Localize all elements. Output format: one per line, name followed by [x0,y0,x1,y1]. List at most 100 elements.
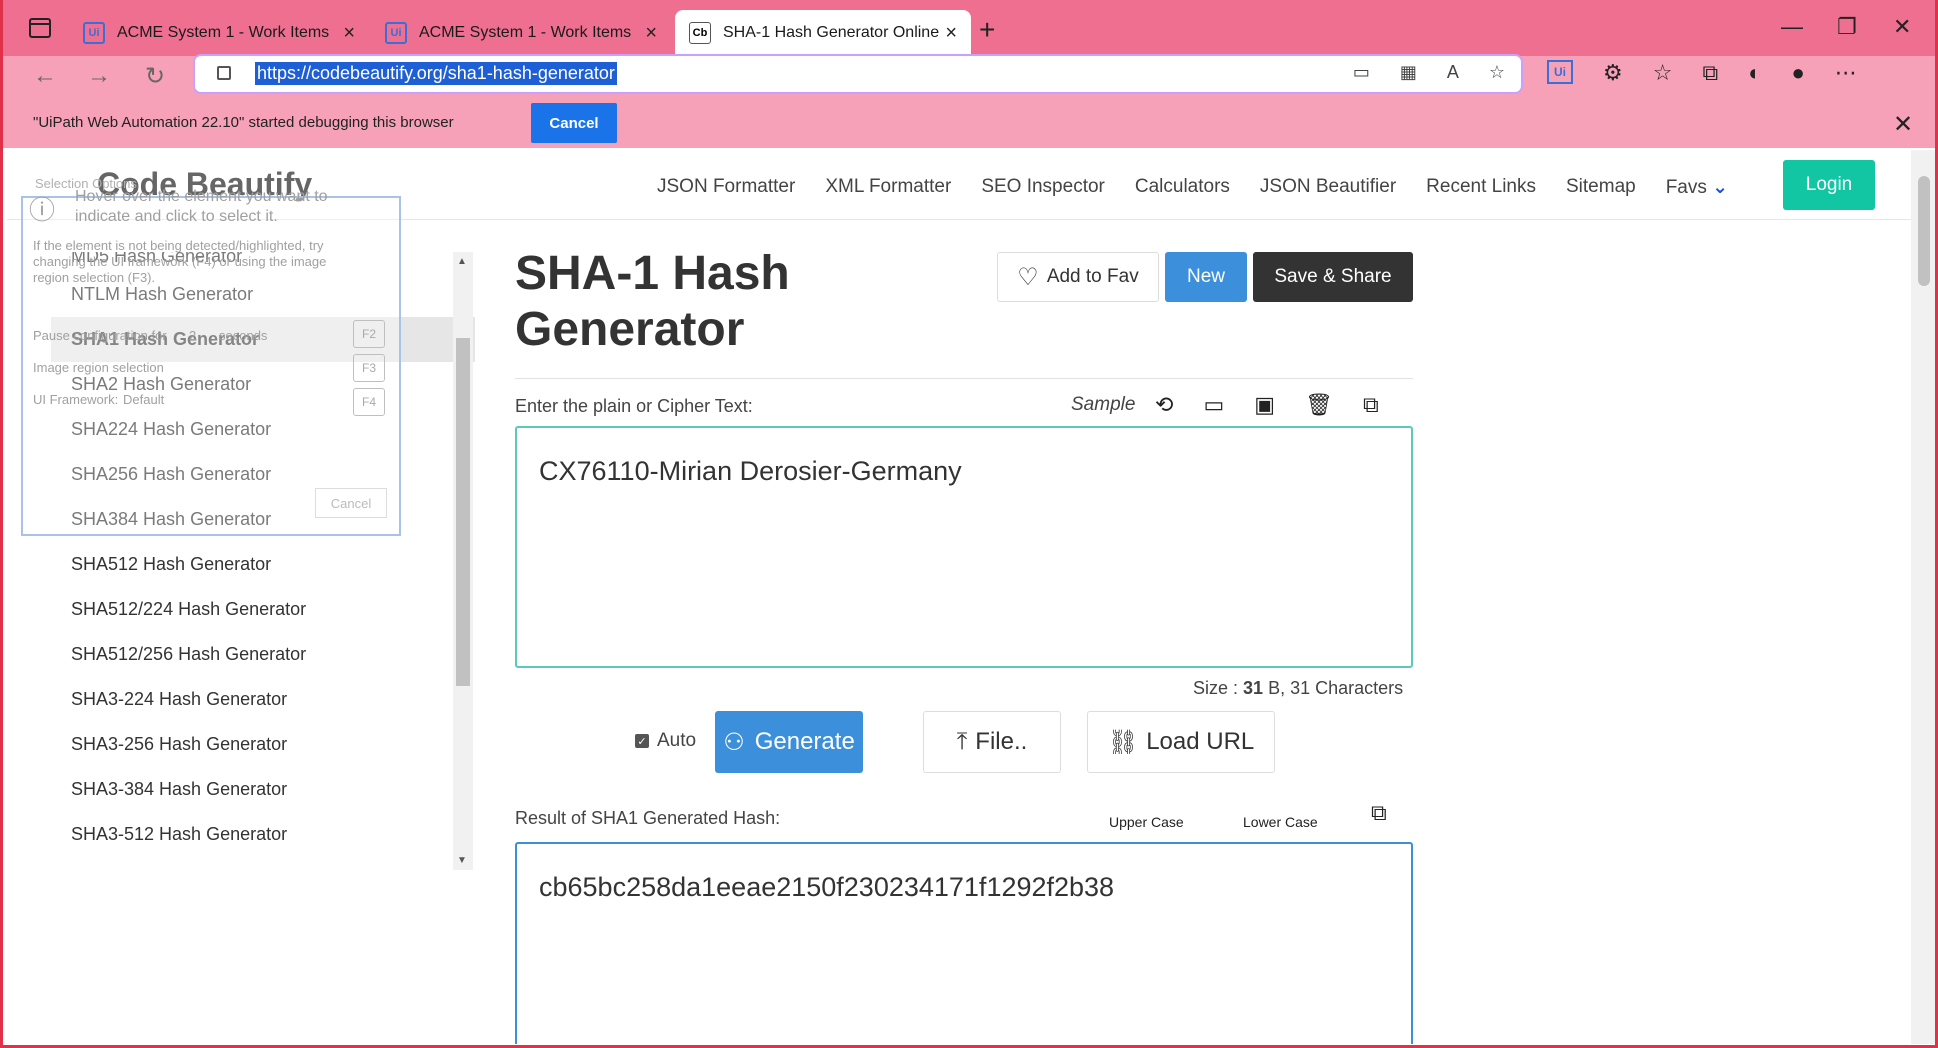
auto-checkbox[interactable]: ✓ Auto [635,730,696,752]
lower-case-link[interactable]: Lower Case [1243,814,1318,830]
nav-favs-label: Favs [1665,177,1707,198]
pause-label: Pause configuration for [33,328,167,343]
codebeautify-favicon-icon: Cb [689,22,711,44]
delete-icon[interactable]: 🗑 [1305,392,1333,418]
ui-framework-value[interactable]: Default [123,392,164,407]
tab-acme-1[interactable]: Ui ACME System 1 - Work Items × [69,10,369,56]
new-tab-icon[interactable]: + [979,14,995,46]
tab-actions-icon[interactable] [29,18,51,38]
edge-icon[interactable]: ◐ [1748,60,1761,86]
list-item[interactable]: SHA512/224 Hash Generator [51,587,475,632]
folder-icon[interactable]: ▭ [1203,392,1224,418]
lock-icon [217,66,231,80]
page-title: SHA-1 Hash Generator [515,247,790,356]
page-scrollbar[interactable] [1911,150,1935,1044]
add-to-fav-button[interactable]: ♡ Add to Fav [997,252,1159,302]
back-icon[interactable]: ← [33,62,57,90]
list-item[interactable]: SHA512/256 Hash Generator [51,632,475,677]
tab-title: ACME System 1 - Work Items [117,24,330,41]
overlay-cancel-button[interactable]: Cancel [315,488,387,518]
minimize-icon[interactable]: — [1781,14,1803,40]
file-button[interactable]: ⤒ File.. [923,711,1061,773]
f4-key[interactable]: F4 [353,388,385,416]
profile-avatar-icon[interactable]: ● [1791,60,1804,86]
overlay-hint-4: changing the UI framework (F4) or using … [33,254,327,269]
input-tools: ⟲ ▭ ▣ 🗑 ⧉ [1155,392,1379,418]
new-button[interactable]: New [1165,252,1247,302]
nav-json-formatter[interactable]: JSON Formatter [657,176,795,199]
refresh-icon[interactable]: ↻ [145,62,165,91]
page-scrollbar-thumb[interactable] [1918,176,1930,286]
forward-icon[interactable]: → [87,62,111,90]
restore-icon[interactable]: ❐ [1837,14,1857,40]
history-icon[interactable]: ⟲ [1155,392,1173,418]
close-banner-icon[interactable]: ✕ [1893,110,1913,139]
login-button[interactable]: Login [1783,160,1875,210]
checkbox-checked-icon[interactable]: ✓ [635,734,649,748]
list-item[interactable]: SHA3-512 Hash Generator [51,812,475,857]
address-bar[interactable]: https://codebeautify.org/sha1-hash-gener… [193,54,1523,94]
nav-favs[interactable]: Favs ⌄ [1666,176,1728,199]
nav-json-beautifier[interactable]: JSON Beautifier [1260,176,1396,199]
collections-icon[interactable]: ⧉ [1702,60,1718,86]
nav-seo-inspector[interactable]: SEO Inspector [981,176,1105,199]
more-icon[interactable]: ⋯ [1835,60,1857,86]
close-window-icon[interactable]: ✕ [1893,14,1911,40]
list-item[interactable]: SHA512 Hash Generator [51,542,475,587]
f2-key[interactable]: F2 [353,320,385,348]
tab-sha1-generator[interactable]: Cb SHA-1 Hash Generator Online To × [675,10,971,56]
list-item[interactable]: SHA3-256 Hash Generator [51,722,475,767]
url-text[interactable]: https://codebeautify.org/sha1-hash-gener… [255,62,617,85]
size-bytes: 31 [1243,678,1264,698]
nav-sitemap[interactable]: Sitemap [1566,176,1636,199]
save-icon[interactable]: ▣ [1254,392,1275,418]
nav-calculators[interactable]: Calculators [1135,176,1230,199]
debug-banner-text: "UiPath Web Automation 22.10" started de… [33,114,454,131]
upper-case-link[interactable]: Upper Case [1109,814,1184,830]
nav-xml-formatter[interactable]: XML Formatter [825,176,951,199]
scroll-up-icon[interactable]: ▲ [457,256,467,267]
address-bar-icons: ▭ ▦ A ☆ [1353,62,1505,83]
copy-icon[interactable]: ⧉ [1371,800,1387,826]
pause-unit: seconds [219,328,268,343]
close-tab-icon[interactable]: × [645,22,657,45]
plain-text-input[interactable]: CX76110-Mirian Derosier-Germany [515,426,1413,668]
hash-result-output[interactable]: cb65bc258da1eeae2150f230234171f1292f2b38 [515,842,1413,1044]
favorites-icon[interactable]: ☆ [1653,60,1673,86]
sidebar-scrollbar[interactable]: ▲ ▼ [453,252,473,870]
file-label: File.. [975,728,1028,755]
load-url-button[interactable]: ⛓ Load URL [1087,711,1275,773]
selection-options-overlay: Selection Options ⓘ Hover over the eleme… [21,176,401,536]
scroll-down-icon[interactable]: ▼ [457,855,467,866]
result-label: Result of SHA1 Generated Hash: [515,808,781,828]
list-item[interactable]: CRC-16 Hash Generator [51,857,475,870]
copy-icon[interactable]: ⧉ [1363,392,1379,418]
overlay-hint-1: Hover over the element you want to [75,188,328,205]
f3-key[interactable]: F3 [353,354,385,382]
pause-value[interactable]: 2 [189,328,196,343]
tab-title: ACME System 1 - Work Items [419,24,632,41]
close-tab-icon[interactable]: × [343,22,355,45]
overlay-hint-5: region selection (F3). [33,270,156,285]
info-icon: ⓘ [29,195,56,225]
browser-window: Ui ACME System 1 - Work Items × Ui ACME … [0,0,1938,1048]
close-tab-icon[interactable]: × [945,22,957,45]
site-nav: JSON Formatter XML Formatter SEO Inspect… [657,176,1728,199]
list-item[interactable]: SHA3-224 Hash Generator [51,677,475,722]
list-item[interactable]: SHA3-384 Hash Generator [51,767,475,812]
add-favorite-icon[interactable]: ☆ [1489,62,1505,83]
generate-button[interactable]: ⚇ Generate [715,711,863,773]
debug-cancel-button[interactable]: Cancel [531,103,617,143]
read-aloud-icon[interactable]: A [1447,62,1459,83]
save-share-button[interactable]: Save & Share [1253,252,1413,302]
nav-recent-links[interactable]: Recent Links [1426,176,1536,199]
heart-icon: ♡ [1017,263,1039,291]
browser-toolbar: Ui ⚙ ☆ ⧉ ◐ ● ⋯ [1547,60,1857,86]
scrollbar-thumb[interactable] [456,338,470,686]
apps-icon[interactable]: ▦ [1400,62,1417,83]
uipath-extension-icon[interactable]: Ui [1547,60,1573,84]
tab-acme-2[interactable]: Ui ACME System 1 - Work Items × [371,10,671,56]
extensions-icon[interactable]: ⚙ [1603,60,1623,86]
sample-link[interactable]: Sample [1071,394,1135,416]
device-icon[interactable]: ▭ [1353,62,1370,83]
